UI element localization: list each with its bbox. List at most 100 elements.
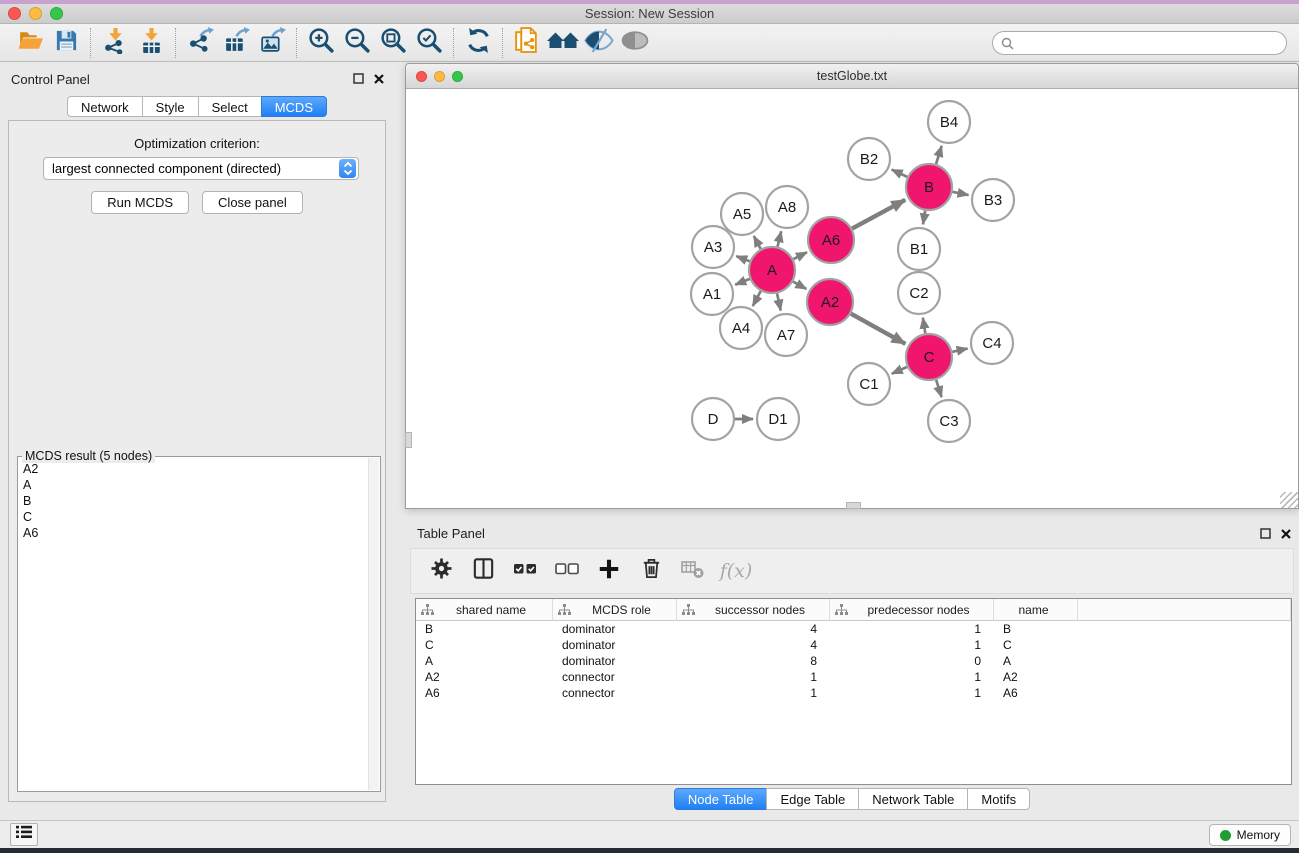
edge-B-B1[interactable] <box>923 211 925 225</box>
edge-B-B4[interactable] <box>936 146 942 164</box>
float-panel-icon[interactable] <box>1260 526 1271 544</box>
graph-node-A[interactable]: A <box>749 247 795 293</box>
delete-rows-button[interactable] <box>637 557 665 585</box>
delete-column-button[interactable] <box>679 557 707 585</box>
edge-C-C3[interactable] <box>936 380 941 397</box>
mcds-result-list[interactable]: A2ABCA6 <box>18 461 368 789</box>
function-builder-button[interactable]: f(x) <box>721 557 749 585</box>
close-panel-button[interactable]: Close panel <box>202 191 303 214</box>
table-row[interactable]: Cdominator41C <box>416 637 1291 653</box>
table-cell[interactable]: 0 <box>830 653 994 669</box>
graph-node-C2[interactable]: C2 <box>898 272 940 314</box>
apply-layout-button[interactable] <box>460 27 496 59</box>
search-input[interactable] <box>992 31 1287 55</box>
graph-node-C3[interactable]: C3 <box>928 400 970 442</box>
edge-A-A8[interactable] <box>778 231 782 246</box>
memory-button[interactable]: Memory <box>1209 824 1291 846</box>
table-cell[interactable]: C <box>994 637 1078 653</box>
table-row[interactable]: Adominator80A <box>416 653 1291 669</box>
export-network-button[interactable] <box>182 27 218 59</box>
edge-C-C2[interactable] <box>923 318 925 334</box>
column-header-shared-name[interactable]: shared name <box>416 599 553 621</box>
graph-node-B2[interactable]: B2 <box>848 138 890 180</box>
edge-A2-C[interactable] <box>851 314 905 344</box>
zoom-fit-button[interactable] <box>375 27 411 59</box>
column-header-predecessor-nodes[interactable]: predecessor nodes <box>830 599 994 621</box>
table-cell[interactable]: dominator <box>553 621 677 637</box>
tab-network-table[interactable]: Network Table <box>858 788 968 810</box>
result-scrollbar[interactable] <box>368 458 379 790</box>
edge-A-A3[interactable] <box>736 256 749 261</box>
edge-B-B3[interactable] <box>953 192 969 195</box>
table-cell[interactable]: dominator <box>553 637 677 653</box>
network-from-document-button[interactable] <box>509 27 545 59</box>
table-cell[interactable]: A2 <box>416 669 553 685</box>
table-cell[interactable]: 4 <box>677 621 830 637</box>
table-row[interactable]: A2connector11A2 <box>416 669 1291 685</box>
select-all-columns-button[interactable] <box>511 557 539 585</box>
graph-node-A2[interactable]: A2 <box>807 279 853 325</box>
close-panel-icon[interactable] <box>374 71 384 89</box>
table-cell[interactable]: B <box>994 621 1078 637</box>
window-resize-grip[interactable] <box>1280 492 1298 508</box>
table-cell[interactable]: 1 <box>677 669 830 685</box>
table-row[interactable]: Bdominator41B <box>416 621 1291 637</box>
home-button[interactable] <box>545 27 581 59</box>
export-table-button[interactable] <box>218 27 254 59</box>
hide-graphics-details-button[interactable] <box>581 27 617 59</box>
graph-node-A7[interactable]: A7 <box>765 314 807 356</box>
export-image-button[interactable] <box>254 27 290 59</box>
edge-A-A5[interactable] <box>754 236 761 249</box>
show-graphics-details-button[interactable] <box>617 27 653 59</box>
left-splitter-handle[interactable] <box>405 432 412 448</box>
table-cell[interactable]: A <box>994 653 1078 669</box>
edge-A-A1[interactable] <box>735 279 750 285</box>
tab-select[interactable]: Select <box>198 96 262 117</box>
open-session-button[interactable] <box>12 27 48 59</box>
zoom-out-button[interactable] <box>339 27 375 59</box>
table-cell[interactable]: 1 <box>830 669 994 685</box>
graph-node-A4[interactable]: A4 <box>720 307 762 349</box>
edge-A-A4[interactable] <box>753 291 761 306</box>
graph-node-A1[interactable]: A1 <box>691 273 733 315</box>
deselect-all-columns-button[interactable] <box>553 557 581 585</box>
graph-node-C1[interactable]: C1 <box>848 363 890 405</box>
graph-node-A3[interactable]: A3 <box>692 226 734 268</box>
network-canvas[interactable]: B4B2BB3A5A8A6B1A3AC2A1A2A4A7C4CC1C3DD1 <box>407 90 1297 507</box>
zoom-in-button[interactable] <box>303 27 339 59</box>
graph-node-C4[interactable]: C4 <box>971 322 1013 364</box>
graph-node-B1[interactable]: B1 <box>898 228 940 270</box>
table-cell[interactable]: 1 <box>830 685 994 701</box>
network-window-titlebar[interactable]: testGlobe.txt <box>406 64 1298 89</box>
result-item[interactable]: B <box>23 493 368 509</box>
table-cell[interactable]: 4 <box>677 637 830 653</box>
close-panel-icon[interactable] <box>1281 526 1291 544</box>
column-header-successor-nodes[interactable]: successor nodes <box>677 599 830 621</box>
graph-node-A8[interactable]: A8 <box>766 186 808 228</box>
network-graph[interactable]: B4B2BB3A5A8A6B1A3AC2A1A2A4A7C4CC1C3DD1 <box>407 90 1298 508</box>
graph-node-B[interactable]: B <box>906 164 952 210</box>
edge-C-C1[interactable] <box>892 367 907 374</box>
graph-node-A5[interactable]: A5 <box>721 193 763 235</box>
table-cell[interactable]: 1 <box>830 637 994 653</box>
show-task-history-button[interactable] <box>10 823 38 846</box>
table-cell[interactable]: dominator <box>553 653 677 669</box>
table-row[interactable]: A6connector11A6 <box>416 685 1291 701</box>
tab-network[interactable]: Network <box>67 96 143 117</box>
save-session-button[interactable] <box>48 27 84 59</box>
edge-B-B2[interactable] <box>892 170 908 177</box>
result-item[interactable]: A6 <box>23 525 368 541</box>
tab-node-table[interactable]: Node Table <box>674 788 768 810</box>
column-header-name[interactable]: name <box>994 599 1078 621</box>
table-cell[interactable]: 1 <box>830 621 994 637</box>
edge-C-C4[interactable] <box>952 348 967 351</box>
table-cell[interactable]: connector <box>553 685 677 701</box>
result-item[interactable]: A2 <box>23 461 368 477</box>
edge-A-A6[interactable] <box>793 252 807 259</box>
graph-node-C[interactable]: C <box>906 334 952 380</box>
table-cell[interactable]: A6 <box>994 685 1078 701</box>
column-header-MCDS-role[interactable]: MCDS role <box>553 599 677 621</box>
edge-A-A7[interactable] <box>777 293 781 310</box>
edge-A6-B[interactable] <box>852 200 905 229</box>
graph-node-B3[interactable]: B3 <box>972 179 1014 221</box>
